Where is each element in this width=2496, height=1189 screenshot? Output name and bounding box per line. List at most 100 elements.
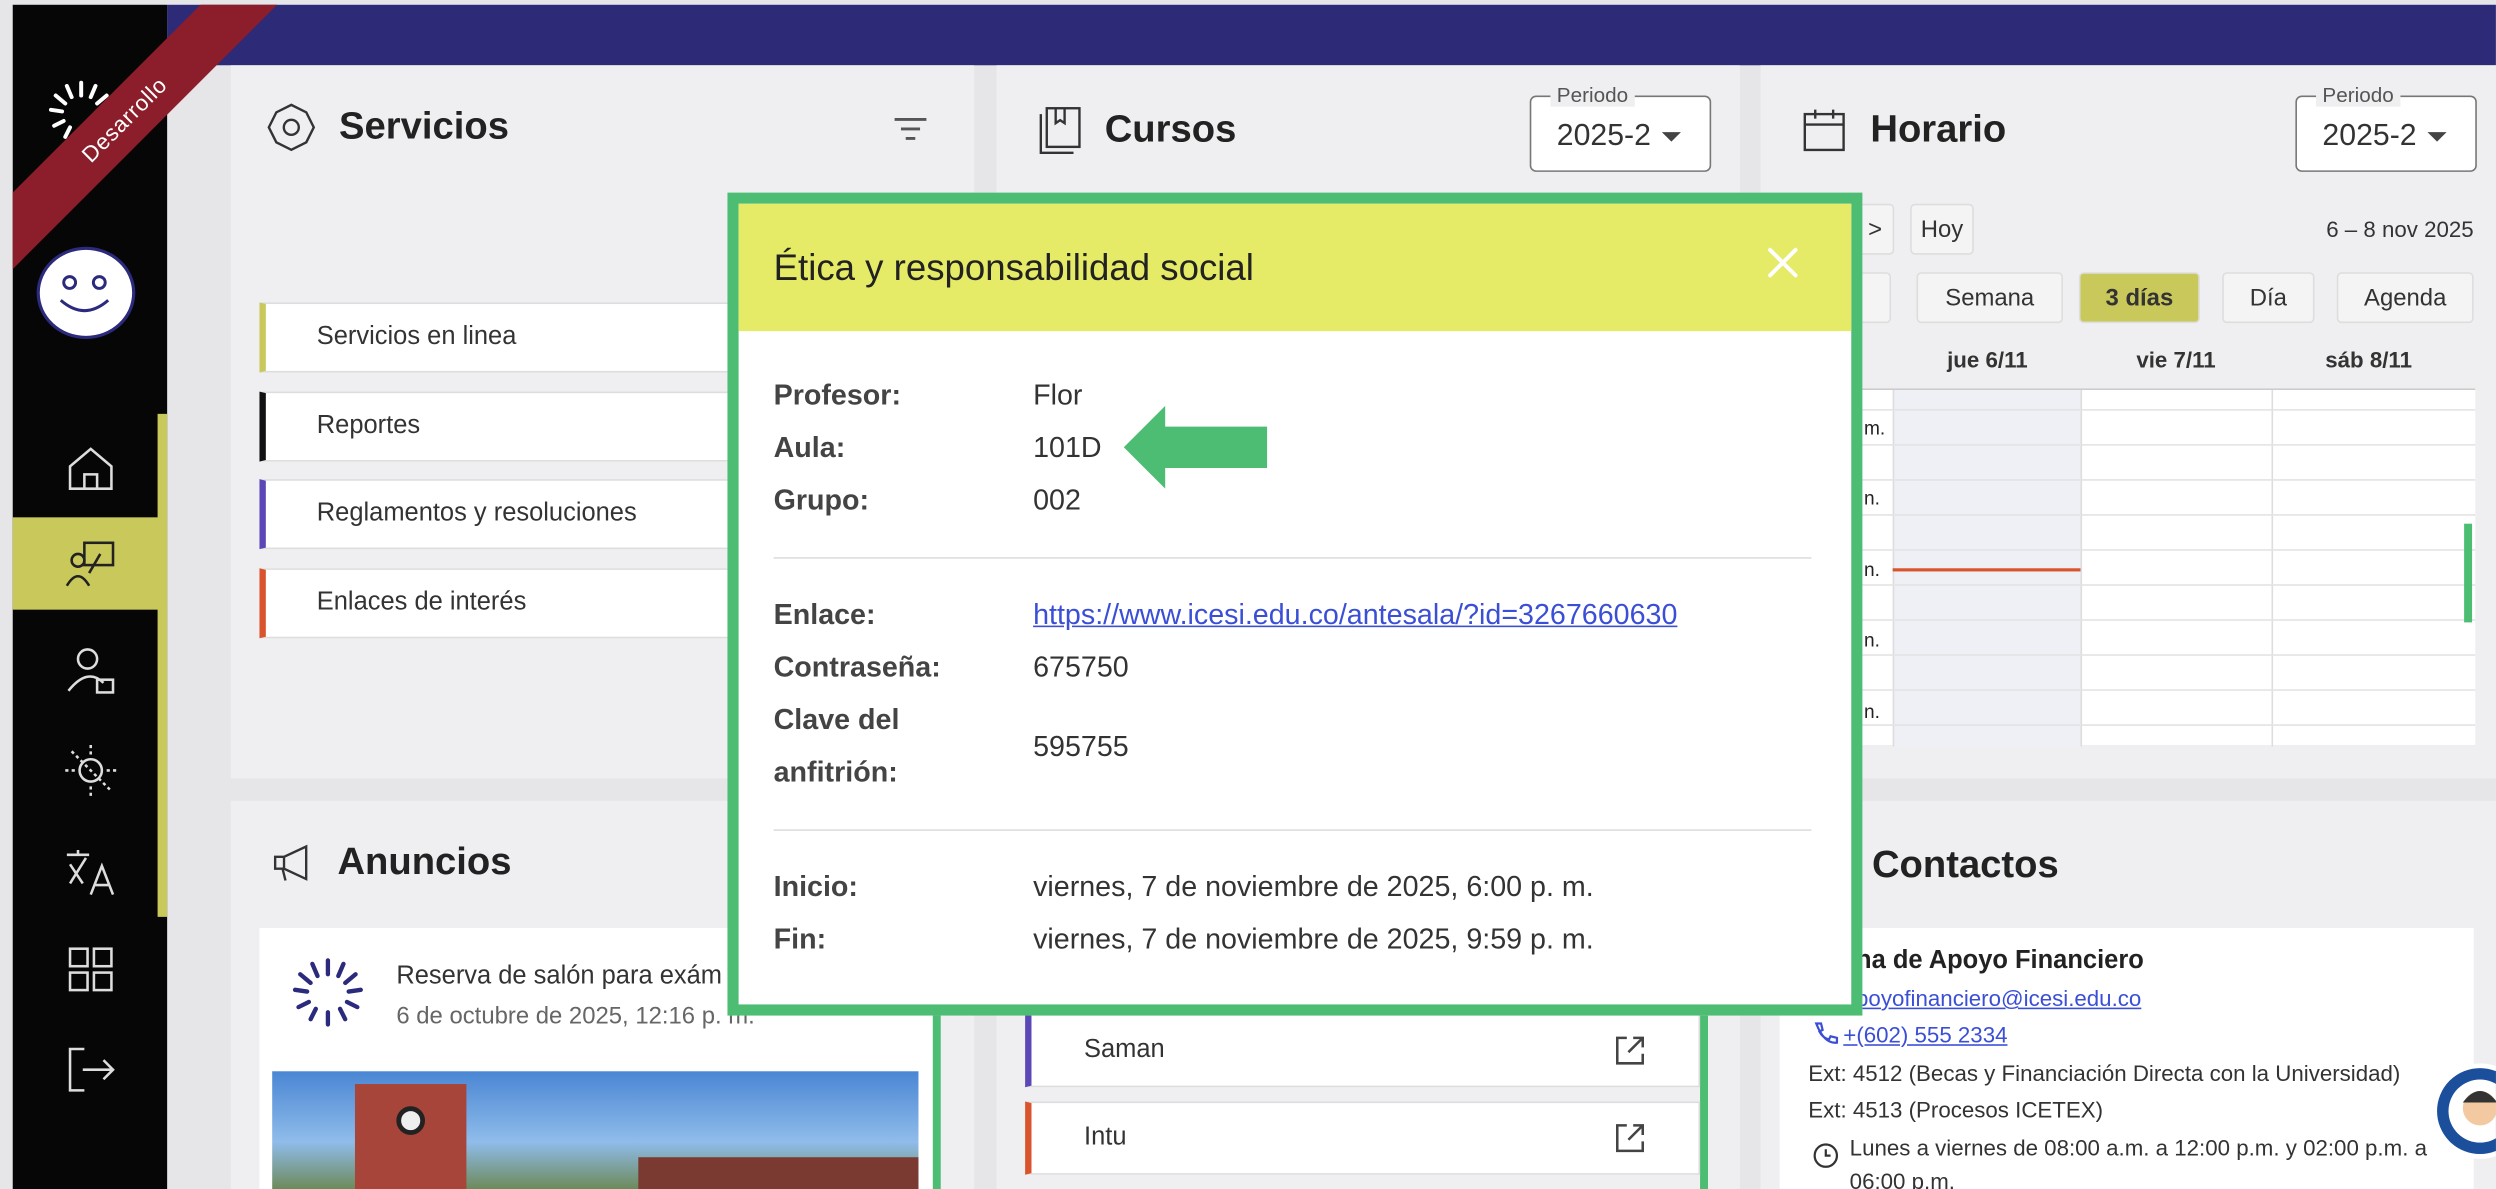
profesor-value: Flor — [1033, 378, 1083, 411]
inicio-value: viernes, 7 de noviembre de 2025, 6:00 p.… — [1033, 870, 1594, 903]
divider — [773, 557, 1812, 559]
avatar[interactable] — [36, 246, 136, 340]
contact-email[interactable]: poyofinanciero@icesi.edu.co — [1856, 985, 2141, 1010]
time-label: m. — [1863, 417, 1886, 440]
contact-item: na de Apoyo Financiero poyofinanciero@ic… — [1779, 928, 2474, 1189]
contact-ext: Ext: 4513 (Procesos ICETEX) — [1808, 1096, 2104, 1123]
view-label: Día — [2249, 284, 2287, 312]
contact-phone[interactable]: +(602) 555 2334 — [1843, 1022, 2007, 1047]
external-link-icon — [1615, 1124, 1645, 1153]
contactos-title: Contactos — [1871, 843, 2059, 887]
svc-reportes[interactable]: Reportes — [259, 391, 769, 462]
svc-enlaces[interactable]: Enlaces de interés — [259, 568, 769, 639]
view-3dias-button[interactable]: 3 días — [2078, 272, 2200, 324]
divider — [773, 829, 1812, 831]
svc-label: Servicios en linea — [316, 323, 517, 351]
link-intu[interactable]: Intu — [1025, 1101, 1701, 1175]
svc-reglamentos[interactable]: Reglamentos y resoluciones — [259, 479, 769, 550]
clave-label: anfitrión: — [773, 756, 898, 788]
modal-header: Ética y responsabilidad social — [738, 203, 1852, 332]
clock-icon — [1813, 1143, 1839, 1168]
classroom-icon — [64, 541, 114, 587]
external-link-icon — [1615, 1036, 1645, 1065]
nav-home[interactable] — [13, 422, 167, 514]
servicios-header: Servicios — [266, 102, 509, 153]
clave-value: 595755 — [1033, 730, 1129, 763]
time-label: n. — [1863, 628, 1880, 652]
periodo-label: Periodo — [1550, 82, 1635, 107]
svc-servicios-en-linea[interactable]: Servicios en linea — [259, 302, 769, 373]
close-icon[interactable] — [1762, 242, 1803, 283]
fin-label: Fin: — [773, 923, 827, 956]
anuncio-image — [272, 1071, 919, 1189]
contrasena-value: 675750 — [1033, 651, 1129, 683]
periodo-value: 2025-2 — [1556, 119, 1651, 153]
anuncios-header: Anuncios — [271, 840, 512, 885]
contactos-header: Contactos — [1872, 844, 2059, 889]
enlace-label: Enlace: — [773, 598, 876, 631]
book-icon — [1039, 107, 1081, 155]
anuncio-title: Reserva de salón para exám — [396, 963, 722, 991]
contact-hours: Lunes a viernes de 08:00 a.m. a 12:00 p.… — [1849, 1134, 2427, 1161]
home-icon — [67, 447, 112, 490]
cursos-periodo-select[interactable]: Periodo 2025-2 — [1529, 82, 1712, 172]
calendar-icon — [1803, 109, 1845, 152]
assistant-avatar[interactable] — [2432, 1063, 2496, 1159]
event-modal: Ética y responsabilidad social Profesor:… — [727, 192, 1863, 1016]
view-semana-button[interactable]: Semana — [1916, 272, 2063, 324]
day-header: jue 6/11 — [1947, 347, 2028, 373]
profesor-label: Profesor: — [773, 378, 901, 411]
cursos-title: Cursos — [1104, 108, 1237, 152]
day-header: vie 7/11 — [2136, 347, 2216, 373]
view-label: Agenda — [2364, 284, 2447, 312]
time-label: n. — [1863, 487, 1880, 510]
logo-icon — [48, 80, 114, 144]
nav-classroom[interactable] — [12, 517, 168, 610]
nav-profile[interactable] — [13, 624, 167, 716]
apps-grid-icon — [67, 947, 112, 992]
enlace-link[interactable]: https://www.icesi.edu.co/antesala/?id=32… — [1033, 599, 1677, 632]
horario-title: Horario — [1870, 108, 2007, 152]
fin-value: viernes, 7 de noviembre de 2025, 9:59 p.… — [1033, 923, 1594, 956]
contrasena-label: Contraseña: — [773, 651, 941, 683]
periodo-label: Periodo — [2316, 82, 2401, 107]
view-dia-button[interactable]: Día — [2222, 272, 2315, 324]
nav-logout[interactable] — [13, 1024, 167, 1116]
gear-icon — [267, 103, 316, 152]
nav-theme[interactable] — [13, 724, 167, 816]
view-label: 3 días — [2105, 284, 2174, 312]
clave-label: Clave del — [773, 703, 900, 736]
horario-periodo-select[interactable]: Periodo 2025-2 — [2295, 82, 2477, 172]
svc-label: Reportes — [316, 412, 421, 440]
top-bar — [167, 4, 2496, 66]
date-range: 6 – 8 nov 2025 — [2326, 216, 2474, 242]
nav-language[interactable] — [13, 825, 167, 917]
grupo-label: Grupo: — [773, 483, 870, 516]
event-marker[interactable] — [2464, 523, 2473, 623]
aula-label: Aula: — [773, 431, 846, 464]
cursos-header: Cursos — [1038, 105, 1236, 156]
logo-icon — [292, 958, 363, 1027]
anuncios-title: Anuncios — [337, 840, 512, 884]
contact-office: na de Apoyo Financiero — [1856, 947, 2144, 975]
day-header: sáb 8/11 — [2325, 347, 2412, 373]
user-lock-icon — [66, 648, 114, 694]
smiley-icon — [59, 275, 110, 313]
link-label: Intu — [1084, 1123, 1127, 1151]
view-label: Semana — [1945, 284, 2035, 312]
view-agenda-button[interactable]: Agenda — [2336, 272, 2474, 324]
aula-value: 101D — [1033, 431, 1102, 464]
modal-title: Ética y responsabilidad social — [773, 245, 1254, 288]
nav-apps[interactable] — [13, 923, 167, 1015]
svc-label: Reglamentos y resoluciones — [316, 499, 637, 527]
today-label: Hoy — [1920, 215, 1964, 243]
theme-icon — [64, 744, 116, 796]
now-indicator — [1892, 568, 2081, 572]
link-saman[interactable]: Saman — [1025, 1013, 1701, 1088]
calendar-grid[interactable]: m. n. n. n. n. — [1854, 388, 2476, 747]
app-screen: Desarrollo Servicios Servicios en linea … — [0, 0, 2496, 1189]
today-button[interactable]: Hoy — [1910, 203, 1974, 255]
time-label: n. — [1863, 700, 1880, 723]
time-label: n. — [1863, 558, 1880, 582]
filter-icon[interactable] — [891, 113, 929, 145]
